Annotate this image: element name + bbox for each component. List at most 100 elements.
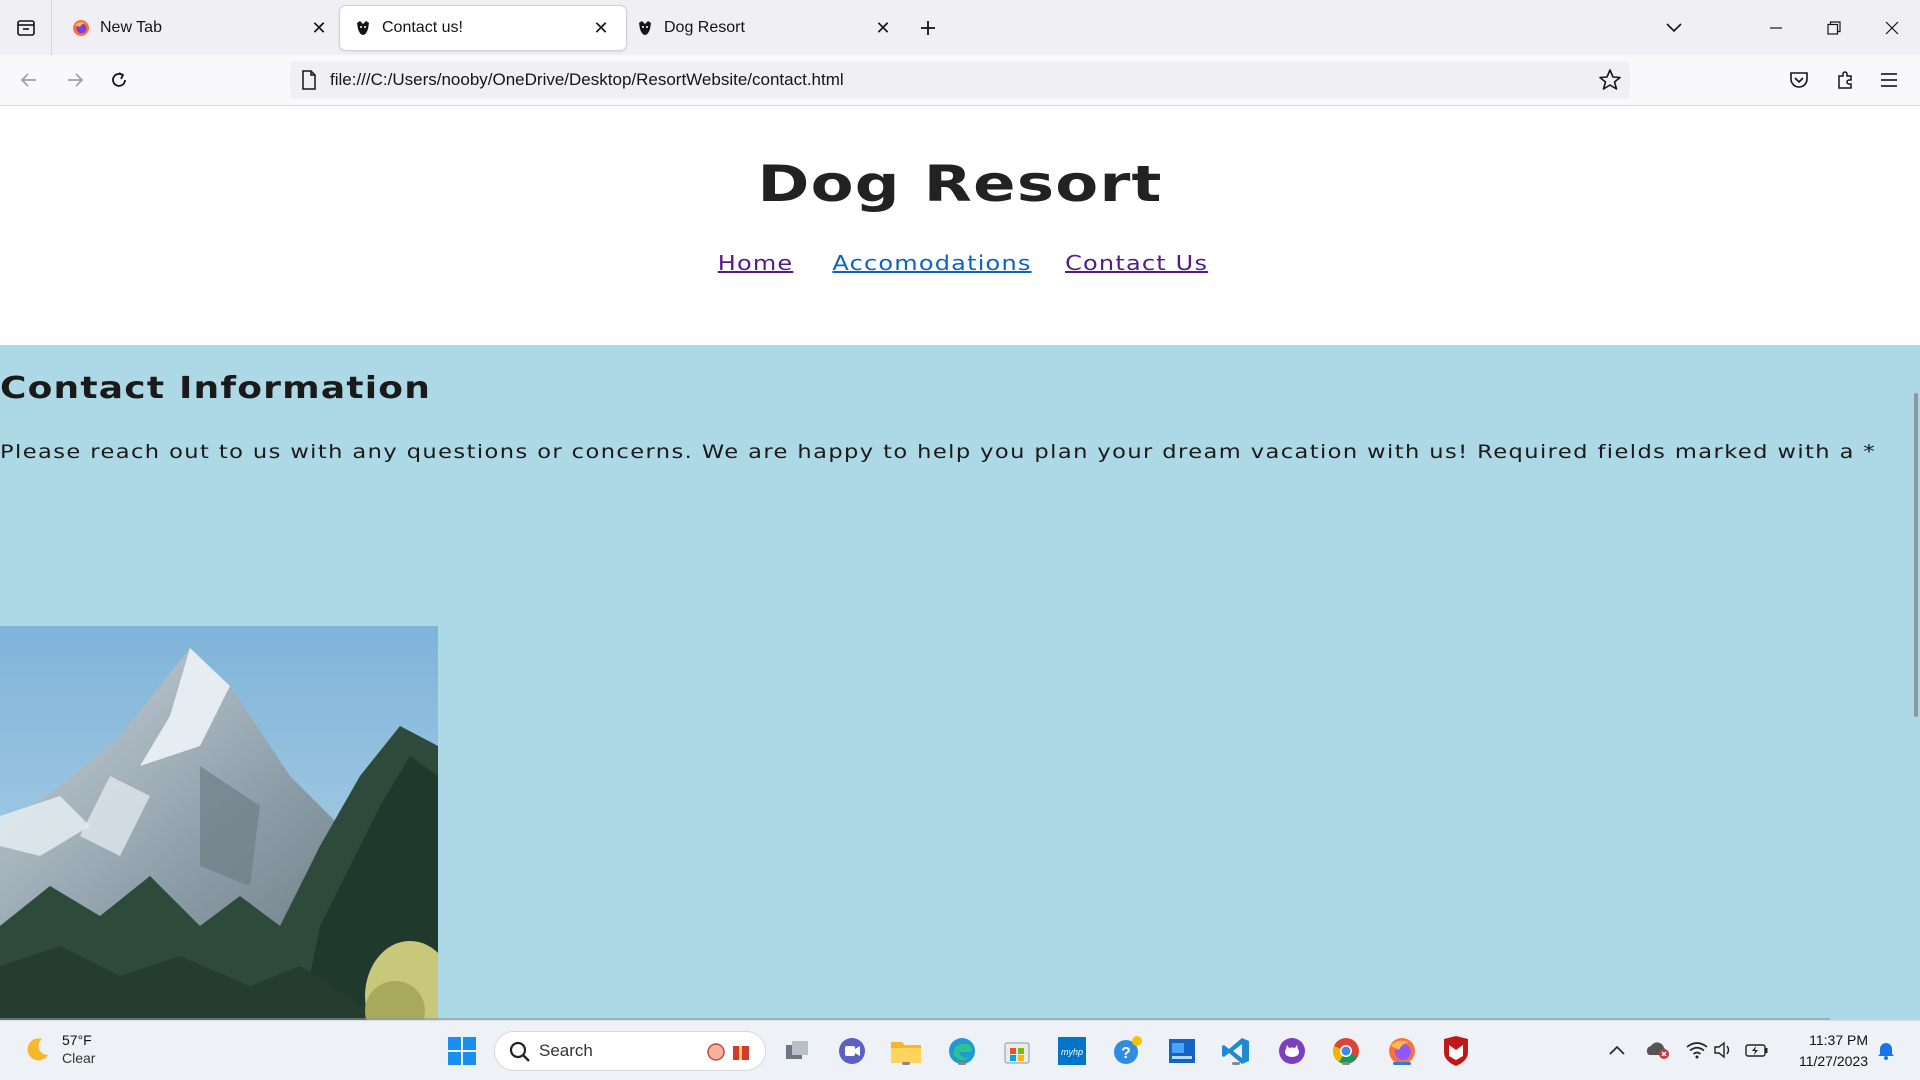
clock-time: 11:37 PM <box>1809 1032 1868 1048</box>
restore-icon <box>1827 20 1841 35</box>
taskbar-file-explorer[interactable] <box>888 1033 924 1069</box>
site-title: Dog Resort <box>757 155 1163 213</box>
vertical-scrollbar[interactable] <box>1910 107 1920 1021</box>
new-tab-button[interactable] <box>912 12 944 44</box>
taskbar-myhp[interactable]: myhp <box>1054 1033 1090 1069</box>
bookmark-star-icon[interactable] <box>1598 68 1622 92</box>
nav-link-contact-us[interactable]: Contact Us <box>1065 251 1208 275</box>
mcafee-shield-icon <box>1444 1036 1468 1066</box>
search-placeholder: Search <box>539 1041 593 1060</box>
address-bar[interactable]: file:///C:/Users/nooby/OneDrive/Desktop/… <box>290 61 1630 99</box>
intro-paragraph: Please reach out to us with any question… <box>0 441 1877 463</box>
close-tab-icon[interactable]: ✕ <box>308 17 330 39</box>
firefox-view-icon <box>16 19 35 36</box>
clock-date: 11/27/2023 <box>1798 1053 1868 1069</box>
site-nav: Home Accomodations Contact Us <box>0 251 1920 275</box>
list-all-tabs-button[interactable] <box>1646 0 1702 55</box>
nav-link-home[interactable]: Home <box>718 251 794 275</box>
start-button[interactable] <box>444 1033 480 1069</box>
tab-title: Contact us! <box>382 19 463 36</box>
extensions-button[interactable] <box>1828 63 1862 97</box>
menu-button[interactable] <box>1872 63 1906 97</box>
teams-chat-icon <box>839 1038 865 1064</box>
reload-button[interactable] <box>102 63 136 97</box>
hamburger-menu-icon <box>1881 73 1897 87</box>
store-icon <box>1004 1042 1030 1064</box>
running-indicator <box>958 1062 966 1065</box>
tab-title: Dog Resort <box>664 19 745 36</box>
taskbar: 57°F Clear Search myhp ? 11:37 PM 11/27/… <box>0 1020 1920 1080</box>
reload-icon <box>112 72 126 87</box>
close-tab-icon[interactable]: ✕ <box>590 17 612 39</box>
svg-text:myhp: myhp <box>1061 1047 1083 1057</box>
taskbar-github[interactable] <box>1274 1033 1310 1069</box>
running-indicator <box>1232 1062 1240 1065</box>
bell-icon <box>1878 1043 1894 1060</box>
moon-icon <box>27 1038 48 1061</box>
chevron-down-icon <box>1666 22 1682 32</box>
tab-contact-us[interactable]: Contact us! ✕ <box>340 6 626 50</box>
taskbar-app-blue[interactable] <box>1164 1033 1200 1069</box>
url-text[interactable]: file:///C:/Users/nooby/OneDrive/Desktop/… <box>330 70 844 90</box>
minimize-icon <box>1770 26 1782 29</box>
tab-strip: New Tab ✕ Contact us! ✕ Dog Resort ✕ <box>0 0 1920 55</box>
scrollbar-thumb[interactable] <box>1914 393 1918 717</box>
taskbar-store[interactable] <box>999 1033 1035 1069</box>
wifi-icon <box>1686 1042 1708 1059</box>
task-view-button[interactable] <box>780 1033 816 1069</box>
running-indicator <box>1342 1062 1350 1065</box>
mountain-image <box>0 626 438 1021</box>
minimize-button[interactable] <box>1748 0 1804 55</box>
nav-link-accomodations[interactable]: Accomodations <box>832 251 1031 275</box>
navigation-toolbar: file:///C:/Users/nooby/OneDrive/Desktop/… <box>0 55 1920 106</box>
taskbar-edge[interactable] <box>944 1033 980 1069</box>
tab-title: New Tab <box>100 19 162 36</box>
close-icon <box>1885 21 1899 34</box>
pocket-button[interactable] <box>1782 63 1816 97</box>
battery-tray[interactable] <box>1744 1037 1770 1063</box>
onedrive-tray[interactable] <box>1644 1037 1670 1063</box>
running-indicator <box>1393 1062 1411 1065</box>
firefox-icon <box>73 20 89 36</box>
speaker-icon <box>1714 1041 1730 1059</box>
onedrive-error-icon <box>1646 1042 1669 1059</box>
close-tab-icon[interactable]: ✕ <box>872 17 894 39</box>
restore-button[interactable] <box>1806 0 1862 55</box>
taskbar-firefox[interactable] <box>1384 1033 1420 1069</box>
dog-favicon-icon <box>639 21 651 35</box>
close-window-button[interactable] <box>1864 0 1920 55</box>
back-button[interactable] <box>12 63 46 97</box>
notifications-button[interactable] <box>1873 1037 1899 1063</box>
volume-tray[interactable] <box>1710 1037 1736 1063</box>
myhp-icon: myhp <box>1058 1037 1086 1065</box>
tab-dog-resort[interactable]: Dog Resort ✕ <box>622 6 908 50</box>
puzzle-icon <box>1838 71 1852 89</box>
show-hidden-icons-button[interactable] <box>1604 1037 1630 1063</box>
section-heading: Contact Information <box>0 371 432 406</box>
page-icon <box>302 70 316 90</box>
app-window-icon <box>1169 1039 1195 1063</box>
taskbar-mcafee[interactable] <box>1438 1033 1474 1069</box>
taskbar-teams[interactable] <box>834 1033 870 1069</box>
taskbar-get-help[interactable]: ? <box>1110 1033 1146 1069</box>
search-highlight-icon <box>707 1043 749 1061</box>
taskbar-chrome[interactable] <box>1328 1033 1364 1069</box>
weather-temperature: 57°F <box>62 1032 92 1048</box>
weather-widget[interactable]: 57°F Clear <box>24 1031 95 1067</box>
forward-button[interactable] <box>58 63 92 97</box>
taskbar-vscode[interactable] <box>1218 1033 1254 1069</box>
task-view-icon <box>786 1041 808 1059</box>
folder-icon <box>891 1042 921 1063</box>
taskbar-search[interactable]: Search <box>494 1031 766 1071</box>
wifi-tray[interactable] <box>1684 1037 1710 1063</box>
firefox-view-button[interactable] <box>0 0 52 55</box>
github-icon <box>1279 1038 1305 1064</box>
search-icon <box>509 1041 530 1062</box>
arrow-left-icon <box>20 73 36 87</box>
tab-new-tab[interactable]: New Tab ✕ <box>58 6 344 50</box>
svg-text:?: ? <box>1121 1045 1131 1062</box>
running-indicator <box>902 1062 910 1065</box>
arrow-right-icon <box>68 73 84 87</box>
system-clock[interactable]: 11:37 PM 11/27/2023 <box>1799 1030 1868 1072</box>
site-header: Dog Resort Home Accomodations Contact Us <box>0 107 1920 345</box>
